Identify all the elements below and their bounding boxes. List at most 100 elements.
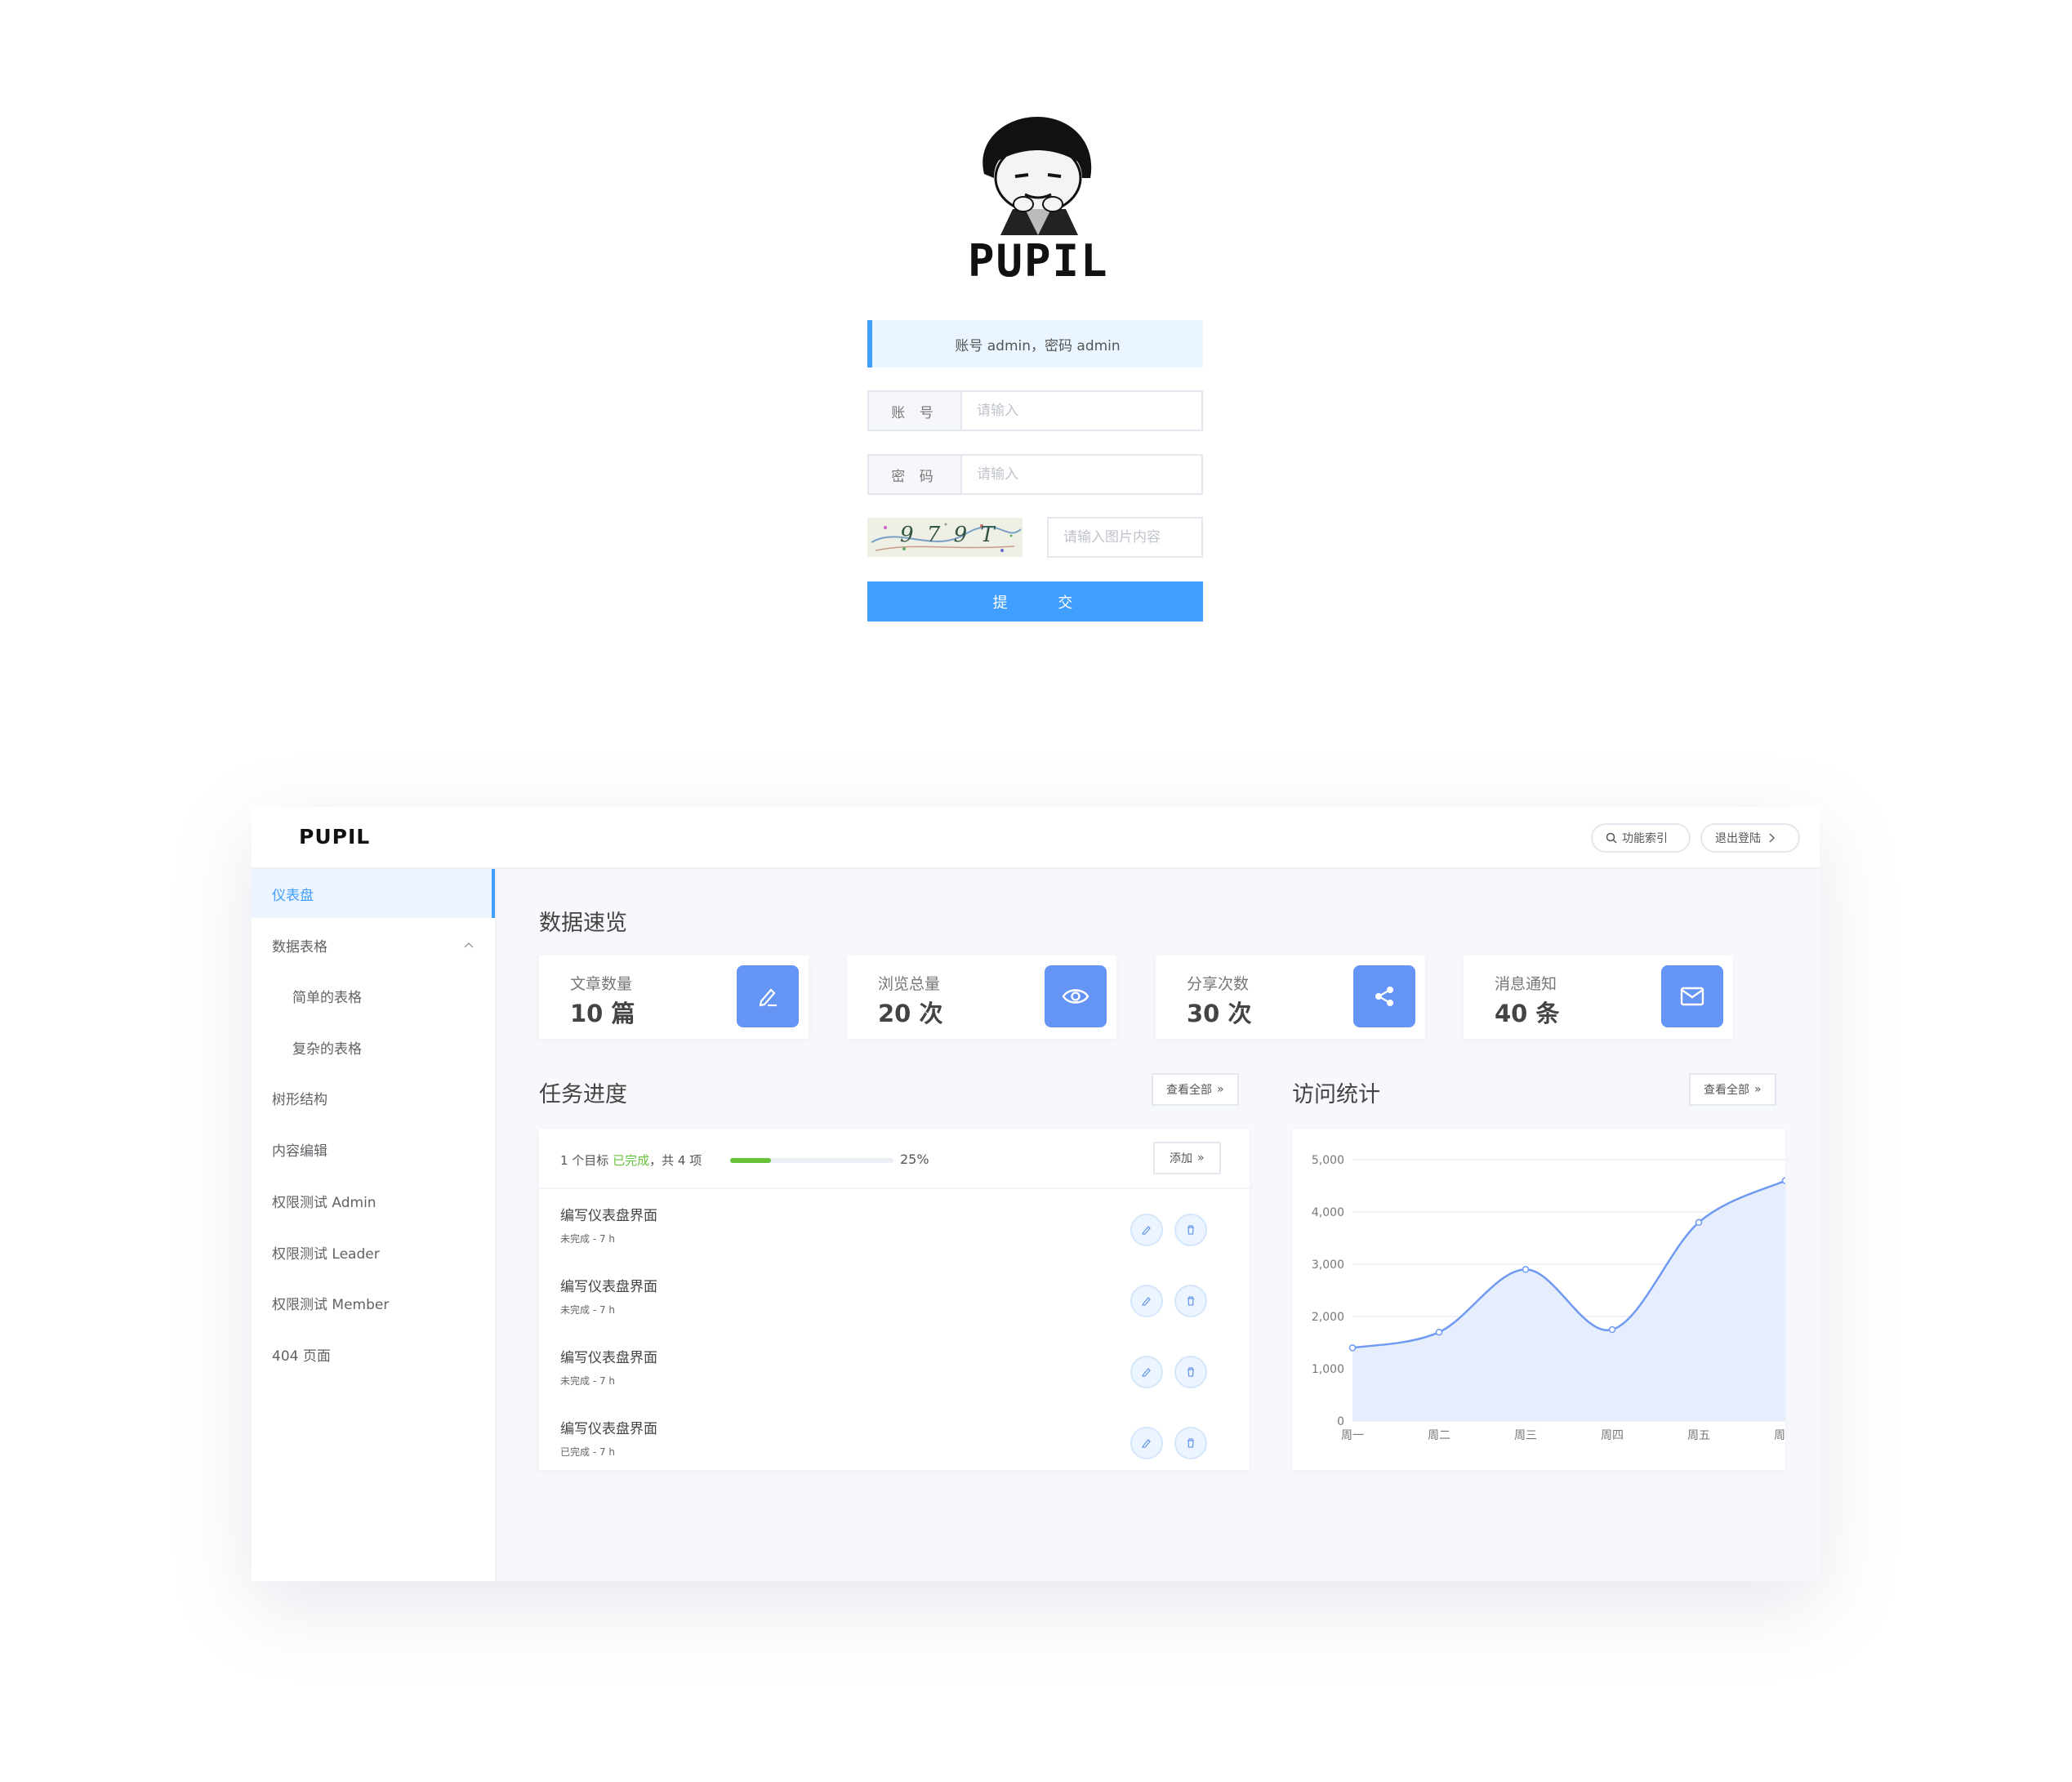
main-content: 数据速览 文章数量 10 篇 浏览总量 20 次 分享次数 30 次 消息通知 … [497,869,1820,1581]
task-item: 编写仪表盘界面 未完成 - 7 h [560,1334,1250,1405]
y-tick-label: 4,000 [1312,1206,1344,1219]
divider [539,1187,1250,1189]
stat-title: 文章数量 [570,975,633,993]
edit-icon [1141,1368,1151,1377]
view-all-label: 查看全部 [1704,1084,1749,1097]
search-icon [1606,832,1617,844]
visits-chart: 0 1,000 2,000 3,000 4,000 5,000 周一 周二 周三 周四 周五 周六 [1312,1154,1786,1442]
stat-card-shares[interactable]: 分享次数 30 次 [1156,956,1425,1039]
logo-wordmark: PUPIL [968,235,1109,287]
dashboard-window: PUPIL 功能索引 退出登陆 仪表盘 数据表格 简单的表格 复杂的表格 树形结… [252,807,1820,1581]
trash-icon [1188,1438,1194,1448]
captcha-image[interactable]: 9 7 9 T [867,518,1023,557]
data-point[interactable] [1695,1218,1703,1227]
tasks-title: 任务进度 [539,1082,627,1107]
data-point[interactable] [1781,1177,1786,1184]
sidebar: 仪表盘 数据表格 简单的表格 复杂的表格 树形结构 内容编辑 权限测试 Admi… [252,869,497,1581]
trash-icon [1188,1296,1194,1306]
search-button[interactable]: 功能索引 [1591,823,1691,853]
stat-title: 分享次数 [1187,975,1250,993]
y-tick-label: 2,000 [1312,1311,1344,1324]
share-icon [1353,965,1415,1027]
y-tick-label: 5,000 [1312,1154,1344,1167]
double-chevron-right-icon: » [1197,1152,1205,1165]
data-point[interactable] [1522,1266,1530,1273]
tasks-view-all-button[interactable]: 查看全部 » [1152,1073,1239,1106]
tasks-summary: 1 个目标 已完成，共 4 项 [560,1152,702,1169]
sidebar-item-tree[interactable]: 树形结构 [252,1073,495,1122]
sidebar-item-perm-member[interactable]: 权限测试 Member [252,1278,495,1327]
stat-title: 消息通知 [1495,975,1557,993]
tasks-panel: 1 个目标 已完成，共 4 项 25% 添加 » 编写仪表盘界面 未完成 - 7… [539,1129,1250,1470]
x-tick-label: 周五 [1687,1429,1710,1442]
stat-value: 30 次 [1187,1000,1252,1027]
task-delete-button[interactable] [1174,1285,1207,1317]
task-status: 未完成 - 7 h [560,1304,616,1316]
stat-card-views[interactable]: 浏览总量 20 次 [847,956,1116,1039]
top-bar: PUPIL 功能索引 退出登陆 [252,807,1820,869]
task-name: 编写仪表盘界面 [560,1279,657,1295]
visits-view-all-button[interactable]: 查看全部 » [1689,1073,1776,1106]
task-delete-button[interactable] [1174,1427,1207,1459]
captcha-text: 9 7 9 T [900,523,998,547]
stat-title: 浏览总量 [878,975,941,993]
captcha-input[interactable] [1047,517,1203,558]
sidebar-item-404[interactable]: 404 页面 [252,1330,495,1379]
add-task-button[interactable]: 添加 » [1153,1142,1221,1174]
double-chevron-right-icon: » [1754,1083,1762,1096]
x-tick-label: 周六 [1774,1429,1785,1442]
task-status: 已完成 - 7 h [560,1446,616,1458]
stat-card-articles[interactable]: 文章数量 10 篇 [539,956,809,1039]
task-item: 编写仪表盘界面 未完成 - 7 h [560,1263,1250,1334]
progress-bar [730,1158,893,1163]
task-delete-button[interactable] [1174,1214,1207,1246]
task-edit-button[interactable] [1130,1427,1163,1459]
task-item: 编写仪表盘界面 未完成 - 7 h [560,1192,1250,1263]
account-field: 账 号 [867,390,1203,431]
edit-icon [1141,1439,1151,1448]
task-name: 编写仪表盘界面 [560,1350,657,1366]
y-tick-label: 1,000 [1312,1363,1344,1376]
task-item: 编写仪表盘界面 已完成 - 7 h [560,1406,1250,1476]
captcha-row: 9 7 9 T [867,517,1203,558]
edit-icon [1141,1226,1151,1235]
chevron-right-icon [1769,833,1776,843]
logout-button[interactable]: 退出登陆 [1700,823,1800,853]
y-tick-label: 3,000 [1312,1259,1344,1272]
x-tick-label: 周一 [1341,1429,1364,1442]
sidebar-item-simple-table[interactable]: 简单的表格 [252,971,495,1020]
submit-button[interactable]: 提 交 [867,581,1203,621]
mail-icon [1661,965,1723,1027]
edit-icon [737,965,799,1027]
account-input[interactable] [962,392,1201,430]
sidebar-item-editor[interactable]: 内容编辑 [252,1125,495,1174]
brand-logo: PUPIL [299,825,371,849]
task-name: 编写仪表盘界面 [560,1208,657,1224]
sidebar-item-perm-leader[interactable]: 权限测试 Leader [252,1227,495,1276]
y-tick-label: 0 [1337,1415,1344,1428]
view-all-label: 查看全部 [1166,1084,1212,1097]
login-hint: 账号 admin，密码 admin [867,320,1203,368]
data-point[interactable] [1608,1325,1616,1334]
x-tick-label: 周四 [1601,1429,1624,1442]
sidebar-item-dashboard[interactable]: 仪表盘 [252,869,495,918]
task-edit-button[interactable] [1130,1214,1163,1246]
eye-icon [1045,965,1107,1027]
data-point[interactable] [1435,1328,1443,1336]
password-input[interactable] [962,456,1201,493]
task-delete-button[interactable] [1174,1356,1207,1388]
sidebar-item-perm-admin[interactable]: 权限测试 Admin [252,1176,495,1225]
summary-prefix: 1 个目标 [560,1153,609,1168]
stat-value: 10 篇 [570,1000,635,1027]
summary-suffix: ，共 4 项 [649,1153,702,1168]
data-point[interactable] [1348,1344,1357,1352]
stat-card-messages[interactable]: 消息通知 40 条 [1464,956,1733,1039]
task-status: 未完成 - 7 h [560,1375,616,1387]
sidebar-item-data-tables[interactable]: 数据表格 [252,920,495,969]
trash-icon [1188,1367,1194,1377]
sidebar-item-complex-table[interactable]: 复杂的表格 [252,1022,495,1071]
mascot-image [983,117,1092,235]
progress-fill [730,1158,771,1163]
task-edit-button[interactable] [1130,1356,1163,1388]
task-edit-button[interactable] [1130,1285,1163,1317]
